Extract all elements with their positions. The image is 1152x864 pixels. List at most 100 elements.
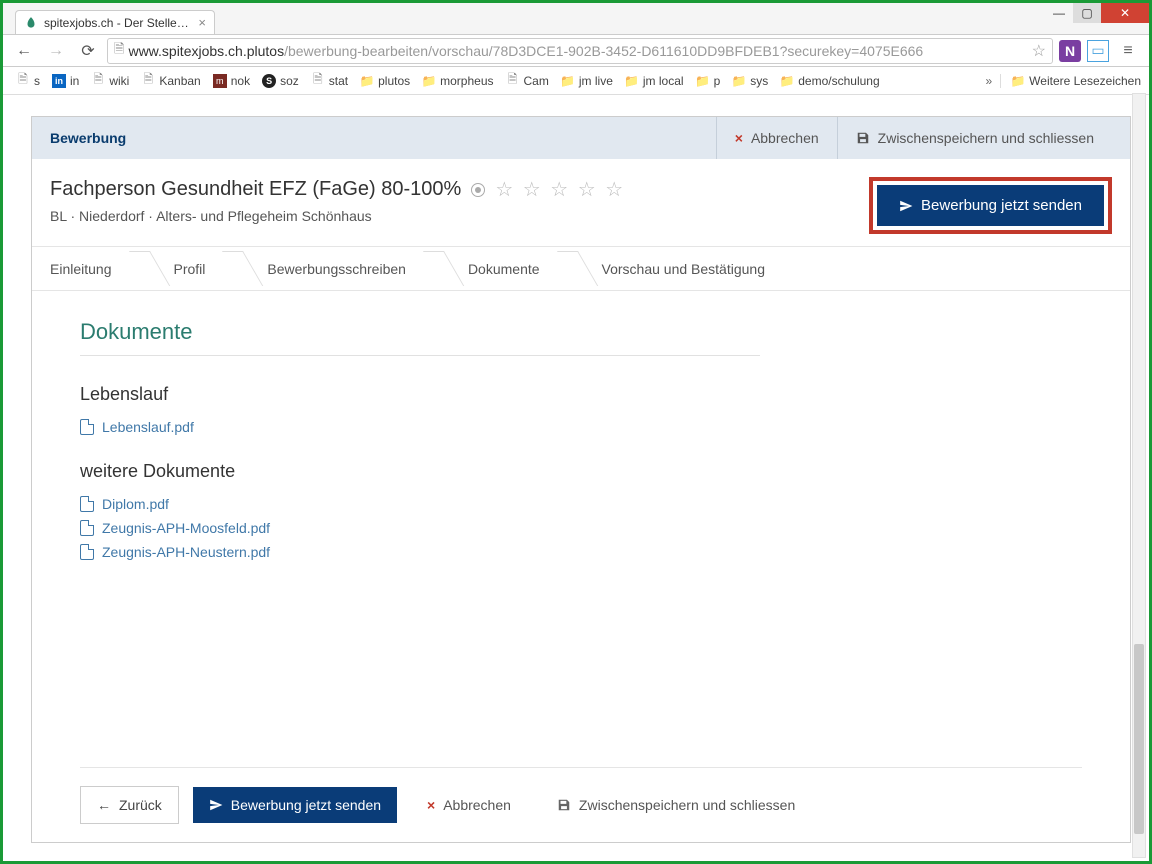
close-icon: × [735, 130, 743, 146]
job-title: Fachperson Gesundheit EFZ (FaGe) 80-100% [50, 178, 461, 201]
browser-tab-strip: spitexjobs.ch - Der Stellen… × [3, 3, 1149, 35]
footer-send-button[interactable]: Bewerbung jetzt senden [193, 787, 397, 823]
folder-icon [422, 74, 436, 88]
page-content: Bewerbung × Abbrechen Zwischenspeichern … [6, 96, 1131, 858]
file-name: Zeugnis-APH-Moosfeld.pdf [102, 520, 270, 536]
extension-icon-1[interactable]: N [1059, 40, 1081, 62]
browser-menu-button[interactable]: ≡ [1115, 38, 1141, 64]
bookmark-item[interactable]: s [11, 72, 45, 90]
folder-icon [696, 74, 710, 88]
nav-forward-button[interactable]: → [43, 38, 69, 64]
page-info-icon[interactable]: 🗎 [114, 40, 124, 62]
job-header: Fachperson Gesundheit EFZ (FaGe) 80-100%… [32, 159, 1130, 247]
bookmark-item[interactable]: Cam [501, 72, 554, 90]
arrow-left-icon: ← [97, 797, 111, 813]
address-bar[interactable]: 🗎 www.spitexjobs.ch.plutos/bewerbung-bea… [107, 38, 1053, 64]
section-heading-dokumente: Dokumente [80, 319, 760, 356]
crumb-vorschau[interactable]: Vorschau und Bestätigung [568, 247, 793, 290]
crumb-einleitung[interactable]: Einleitung [32, 247, 140, 290]
file-icon [80, 520, 94, 536]
visibility-radio-icon[interactable] [471, 183, 485, 197]
modal-body: Dokumente Lebenslauf Lebenslauf.pdf weit… [32, 291, 1130, 592]
bookmark-folder[interactable]: sys [727, 72, 773, 90]
save-icon [856, 131, 870, 145]
scrollbar-thumb[interactable] [1134, 644, 1144, 834]
subheading-lebenslauf: Lebenslauf [80, 384, 1082, 405]
modal-title: Bewerbung [50, 130, 126, 146]
modal-cancel-button[interactable]: × Abbrechen [716, 117, 837, 159]
window-controls: — ▢ ✕ [1045, 3, 1149, 23]
tab-close-icon[interactable]: × [198, 15, 206, 30]
page-icon [141, 74, 155, 88]
browser-toolbar: ← → ⟳ 🗎 www.spitexjobs.ch.plutos/bewerbu… [3, 35, 1149, 67]
file-icon [80, 496, 94, 512]
file-link-lebenslauf[interactable]: Lebenslauf.pdf [80, 415, 1082, 439]
job-subtitle: BL · Niederdorf · Alters- und Pflegeheim… [50, 208, 625, 224]
file-name: Diplom.pdf [102, 496, 169, 512]
bookmark-favicon: m [213, 74, 227, 88]
modal-header: Bewerbung × Abbrechen Zwischenspeichern … [32, 117, 1130, 159]
url-text: www.spitexjobs.ch.plutos/bewerbung-bearb… [128, 43, 1027, 59]
tab-title: spitexjobs.ch - Der Stellen… [44, 16, 192, 30]
close-icon: × [427, 797, 435, 813]
send-button-highlight: Bewerbung jetzt senden [869, 177, 1112, 234]
bookmark-folder[interactable]: morpheus [417, 72, 498, 90]
bookmark-item[interactable]: mnok [208, 72, 255, 90]
rating-stars[interactable]: ☆ ☆ ☆ ☆ ☆ [495, 177, 625, 202]
bookmark-favicon: in [52, 74, 66, 88]
page-icon [311, 74, 325, 88]
bookmark-folder[interactable]: demo/schulung [775, 72, 884, 90]
bookmark-folder[interactable]: jm local [620, 72, 689, 90]
bookmark-overflow-button[interactable]: » [979, 74, 998, 88]
bookmark-item[interactable]: wiki [86, 72, 134, 90]
file-link-zeugnis-2[interactable]: Zeugnis-APH-Neustern.pdf [80, 540, 1082, 564]
bookmark-item[interactable]: inin [47, 72, 84, 90]
file-name: Zeugnis-APH-Neustern.pdf [102, 544, 270, 560]
footer-save-close-label: Zwischenspeichern und schliessen [579, 797, 795, 813]
crumb-profil[interactable]: Profil [140, 247, 234, 290]
back-button[interactable]: ← Zurück [80, 786, 179, 824]
window-minimize-button[interactable]: — [1045, 3, 1073, 23]
back-button-label: Zurück [119, 797, 162, 813]
file-link-diplom[interactable]: Diplom.pdf [80, 492, 1082, 516]
vertical-scrollbar[interactable] [1132, 93, 1146, 858]
subheading-weitere-dokumente: weitere Dokumente [80, 461, 1082, 482]
file-icon [80, 419, 94, 435]
bookmark-item[interactable]: Kanban [136, 72, 205, 90]
footer-save-close-button[interactable]: Zwischenspeichern und schliessen [541, 787, 811, 823]
crumb-bewerbungsschreiben[interactable]: Bewerbungsschreiben [233, 247, 434, 290]
nav-reload-button[interactable]: ⟳ [75, 38, 101, 64]
modal-footer: ← Zurück Bewerbung jetzt senden × Abbrec… [80, 767, 1082, 842]
step-breadcrumb: Einleitung Profil Bewerbungsschreiben Do… [32, 247, 1130, 291]
bookmark-folder[interactable]: plutos [355, 72, 415, 90]
application-modal: Bewerbung × Abbrechen Zwischenspeichern … [31, 116, 1131, 843]
folder-icon [625, 74, 639, 88]
crumb-dokumente[interactable]: Dokumente [434, 247, 568, 290]
bookmark-folder[interactable]: p [691, 72, 726, 90]
send-button-label: Bewerbung jetzt senden [921, 197, 1082, 214]
tab-favicon [24, 16, 38, 30]
bookmark-folder[interactable]: jm live [556, 72, 618, 90]
window-maximize-button[interactable]: ▢ [1073, 3, 1101, 23]
file-link-zeugnis-1[interactable]: Zeugnis-APH-Moosfeld.pdf [80, 516, 1082, 540]
folder-icon [1011, 74, 1025, 88]
modal-save-close-button[interactable]: Zwischenspeichern und schliessen [837, 117, 1112, 159]
footer-cancel-button[interactable]: × Abbrechen [411, 787, 527, 823]
folder-icon [732, 74, 746, 88]
bookmark-favicon: S [262, 74, 276, 88]
file-icon [80, 544, 94, 560]
bookmarks-bar: s inin wiki Kanban mnok Ssoz stat plutos… [3, 67, 1149, 95]
bookmark-item[interactable]: Ssoz [257, 72, 304, 90]
page-icon [91, 74, 105, 88]
nav-back-button[interactable]: ← [11, 38, 37, 64]
file-name: Lebenslauf.pdf [102, 419, 194, 435]
other-bookmarks-button[interactable]: Weitere Lesezeichen [1000, 74, 1141, 88]
bookmark-star-icon[interactable]: ☆ [1032, 41, 1046, 61]
send-application-button[interactable]: Bewerbung jetzt senden [877, 185, 1104, 226]
extension-icon-2[interactable]: ▭ [1087, 40, 1109, 62]
page-icon [506, 74, 520, 88]
send-icon [899, 199, 913, 213]
browser-tab[interactable]: spitexjobs.ch - Der Stellen… × [15, 10, 215, 34]
window-close-button[interactable]: ✕ [1101, 3, 1149, 23]
bookmark-item[interactable]: stat [306, 72, 353, 90]
